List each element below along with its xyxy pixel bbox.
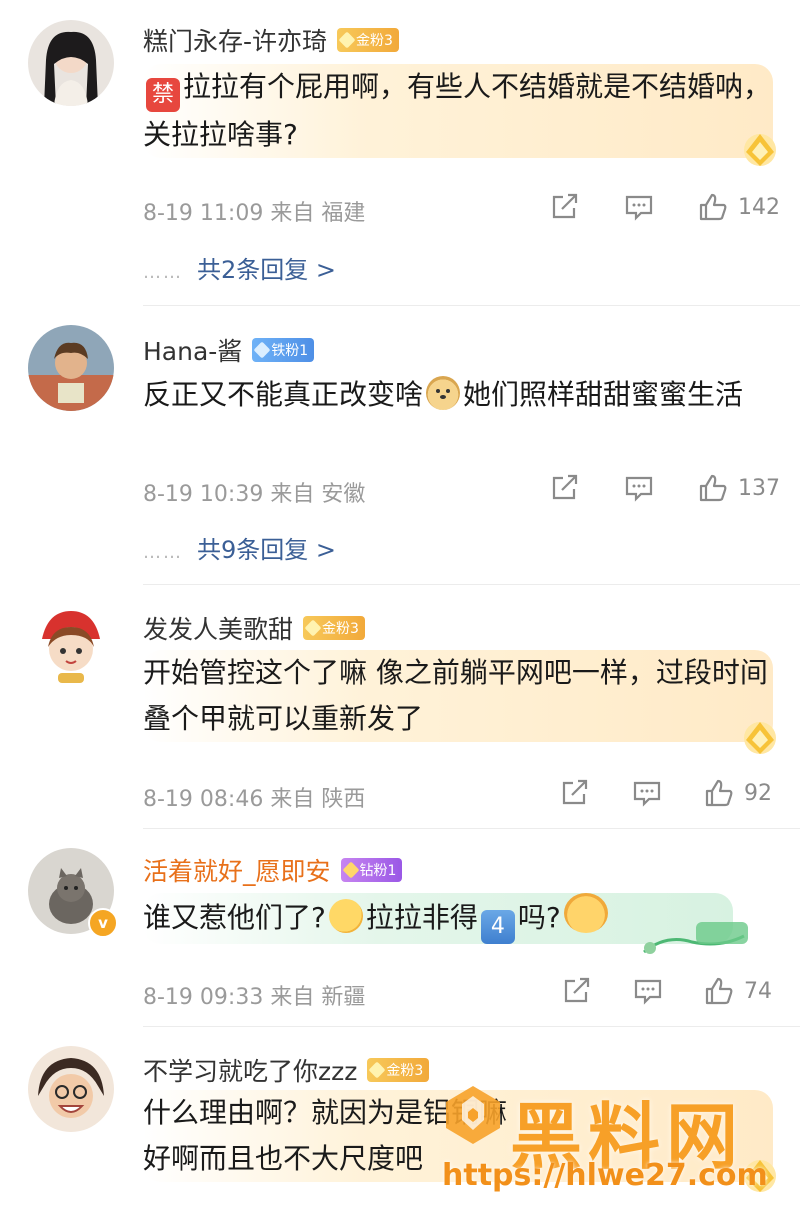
thumbs-up-icon: [705, 779, 733, 807]
comment-icon[interactable]: [633, 977, 663, 1005]
divider: [143, 1026, 800, 1027]
like-count: 142: [738, 194, 780, 220]
share-icon[interactable]: [560, 779, 590, 807]
gem-icon: [253, 341, 271, 359]
username-text[interactable]: 不学习就吃了你zzz: [143, 1052, 357, 1088]
gem-icon: [304, 619, 322, 637]
crown-badge-icon: [342, 861, 360, 879]
like-button[interactable]: 74: [704, 977, 772, 1005]
username-text[interactable]: 活着就好_愿即安: [143, 852, 331, 888]
avatar[interactable]: [28, 1046, 114, 1132]
view-replies-link[interactable]: …… 共9条回复 >: [143, 530, 336, 565]
comment-icon[interactable]: [624, 193, 654, 221]
comment-actions: 74: [562, 977, 772, 1005]
username-text[interactable]: 糕门永存-许亦琦: [143, 22, 327, 58]
like-button[interactable]: 142: [698, 193, 780, 221]
comment-body: 禁拉拉有个屁用啊，有些人不结婚就是不结婚呐，关拉拉啥事?: [143, 64, 773, 158]
gem-icon: [368, 1061, 386, 1079]
comment-body: 开始管控这个了嘛 像之前躺平网吧一样，过段时间叠个甲就可以重新发了: [143, 650, 773, 742]
thumbs-up-icon: [699, 193, 727, 221]
gem-icon: [338, 31, 356, 49]
thumbs-up-icon: [705, 977, 733, 1005]
comment-actions: 92: [560, 779, 772, 807]
fan-badge[interactable]: 铁粉1: [252, 338, 315, 362]
watermark-url: https://hlwe27.com: [442, 1158, 768, 1193]
username[interactable]: Hana-酱 铁粉1: [143, 332, 315, 368]
like-count: 74: [744, 978, 772, 1004]
fan-badge[interactable]: 金粉3: [337, 28, 399, 52]
like-count: 137: [738, 475, 780, 501]
fan-badge[interactable]: 金粉3: [367, 1058, 430, 1082]
username-text[interactable]: 发发人美歌甜: [143, 610, 293, 646]
share-icon[interactable]: [562, 977, 592, 1005]
watermark-logo-icon: [446, 1086, 500, 1144]
share-icon[interactable]: [550, 193, 580, 221]
like-count: 92: [744, 780, 772, 806]
comment-icon[interactable]: [632, 779, 662, 807]
crown-icon: [744, 722, 776, 754]
avatar[interactable]: [28, 20, 114, 106]
divider: [143, 305, 800, 306]
fan-badge[interactable]: 金粉3: [303, 616, 365, 640]
number-emoji-icon: 4: [480, 910, 515, 944]
view-replies-link[interactable]: …… 共2条回复 >: [143, 250, 336, 285]
fan-badge[interactable]: 钻粉1: [340, 858, 403, 882]
comment-meta: 8-19 08:46 来自 陕西: [143, 787, 366, 812]
doge-emoji-icon: [426, 376, 461, 410]
enfp-sticker-icon: [643, 922, 748, 954]
like-button[interactable]: 92: [704, 779, 772, 807]
avatar[interactable]: [28, 325, 114, 411]
username[interactable]: 活着就好_愿即安 钻粉1: [143, 852, 403, 888]
comment-actions: 142: [550, 193, 780, 221]
comment-icon[interactable]: [624, 474, 654, 502]
divider: [143, 584, 800, 585]
verified-badge: v: [88, 908, 118, 938]
comment-meta: 8-19 09:33 来自 新疆: [143, 985, 366, 1010]
share-icon[interactable]: [550, 474, 580, 502]
username-text[interactable]: Hana-酱: [143, 332, 242, 368]
username[interactable]: 发发人美歌甜 金粉3: [143, 610, 365, 646]
crown-icon: [744, 134, 776, 166]
comment-meta: 8-19 10:39 来自 安徽: [143, 482, 366, 507]
comment-actions: 137: [550, 474, 780, 502]
avatar[interactable]: [28, 603, 114, 689]
comment-body: 反正又不能真正改变啥 她们照样甜甜蜜蜜生活: [143, 376, 744, 411]
ban-emoji-icon: 禁: [146, 78, 180, 112]
thinking-face-emoji-icon: [328, 899, 363, 933]
like-button[interactable]: 137: [698, 474, 780, 502]
username[interactable]: 糕门永存-许亦琦 金粉3: [143, 22, 399, 58]
comment-meta: 8-19 11:09 来自 福建: [143, 201, 366, 226]
blob-emoji-icon: [563, 893, 608, 933]
divider: [143, 828, 800, 829]
username[interactable]: 不学习就吃了你zzz 金粉3: [143, 1052, 430, 1088]
thumbs-up-icon: [699, 474, 727, 502]
